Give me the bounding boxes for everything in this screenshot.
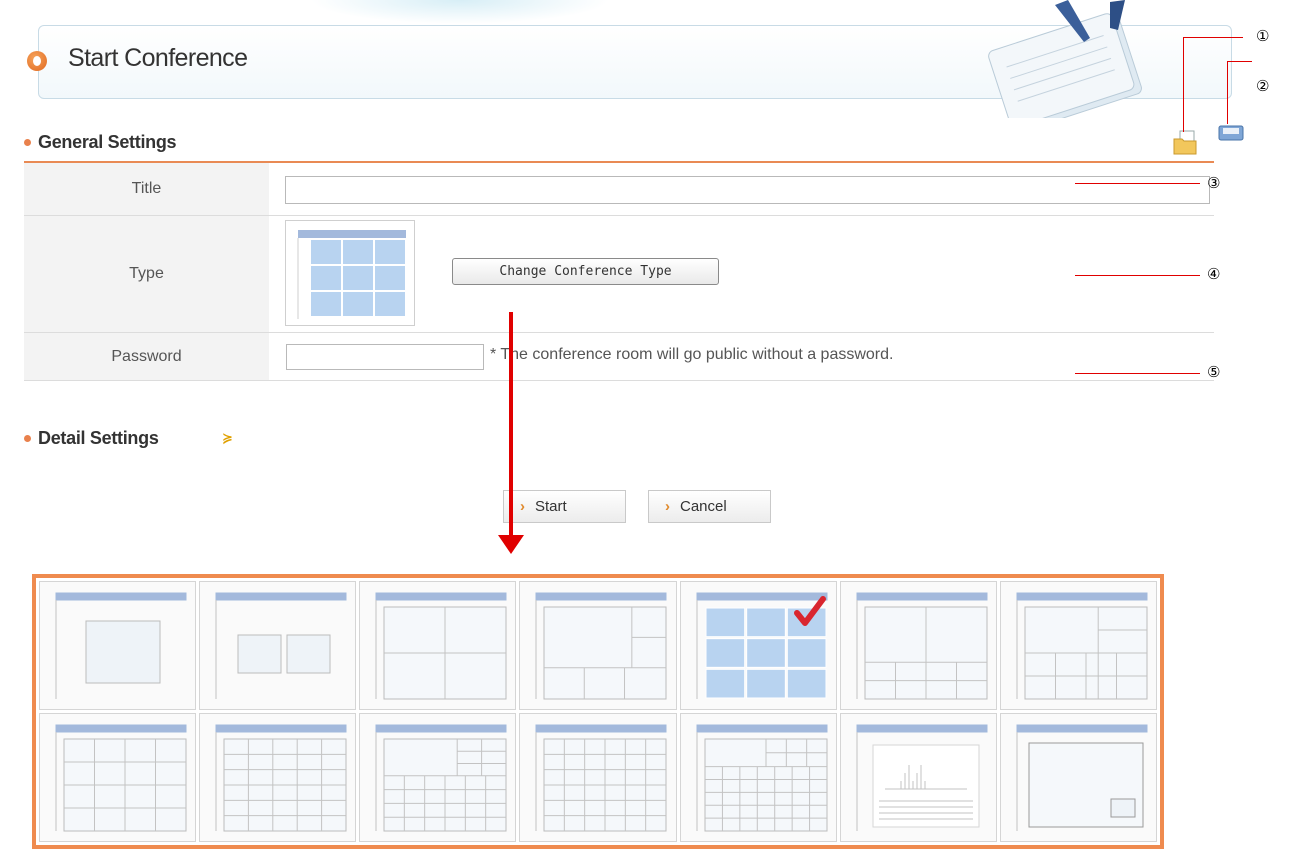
single-large-layout-icon	[55, 592, 187, 699]
title-input[interactable]	[285, 176, 1210, 204]
callout-line-2	[1227, 61, 1252, 62]
five-by-five-layout-icon	[215, 724, 347, 832]
password-note: * The conference room will go public wit…	[490, 346, 894, 363]
password-label: Password	[24, 333, 269, 380]
callout-5: ⑤	[1207, 363, 1221, 381]
title-label: Title	[24, 163, 269, 215]
two-side-by-side-layout-icon	[215, 592, 347, 699]
chevron-right-icon: ›	[520, 498, 525, 515]
annotation-arrow	[509, 312, 513, 538]
detail-settings-heading: Detail Settings	[38, 428, 159, 448]
start-button[interactable]: › Start	[503, 490, 626, 523]
conference-type-option[interactable]	[39, 581, 197, 710]
folder-open-icon[interactable]	[1172, 130, 1198, 156]
conference-type-option[interactable]	[199, 581, 357, 710]
callout-3: ③	[1207, 174, 1221, 192]
four-quad-layout-icon	[375, 592, 507, 700]
conference-type-option[interactable]	[839, 581, 997, 710]
notepad-pen-illustration	[988, 0, 1142, 118]
presentation-pip-layout-icon	[1016, 724, 1148, 831]
callout-line-5	[1075, 373, 1200, 374]
page-title: Start Conference	[68, 44, 248, 72]
one-large-plus-side-layout-icon	[535, 592, 667, 700]
conference-type-option[interactable]	[679, 581, 837, 710]
callout-line-1	[1183, 37, 1243, 38]
callout-4: ④	[1207, 265, 1221, 283]
double-chevron-down-icon[interactable]: ≽	[222, 430, 233, 446]
cancel-button-label: Cancel	[680, 498, 727, 515]
password-input[interactable]	[286, 344, 484, 370]
conference-type-option[interactable]	[839, 713, 997, 842]
conference-type-option[interactable]	[519, 713, 677, 842]
callout-line-2	[1227, 61, 1228, 124]
conference-type-option[interactable]	[359, 581, 517, 710]
four-by-four-layout-icon	[55, 724, 187, 832]
callout-line-3	[1075, 183, 1200, 184]
type-label: Type	[24, 216, 269, 332]
document-view-layout-icon	[856, 724, 988, 831]
nine-grid-layout-icon	[696, 592, 828, 699]
current-type-thumbnail	[285, 220, 415, 326]
start-button-label: Start	[535, 498, 567, 515]
conference-type-option[interactable]	[999, 581, 1157, 710]
conference-type-option[interactable]	[359, 713, 517, 842]
conference-type-option[interactable]	[519, 581, 677, 710]
nine-grid-layout-icon	[297, 230, 407, 319]
callout-line-1	[1183, 37, 1184, 132]
two-top-four-bottom-layout-icon	[856, 592, 988, 700]
conference-type-grid	[32, 574, 1164, 849]
cancel-button[interactable]: › Cancel	[648, 490, 771, 523]
six-by-six-layout-icon	[535, 724, 667, 832]
section-bullet	[24, 139, 31, 146]
conference-type-option[interactable]	[679, 713, 837, 842]
change-conference-type-button[interactable]: Change Conference Type	[452, 258, 719, 285]
conference-type-option[interactable]	[999, 713, 1157, 842]
conference-type-option[interactable]	[39, 713, 197, 842]
callout-2: ②	[1256, 77, 1270, 95]
callout-1: ①	[1256, 27, 1270, 45]
many-plus-top-layout-icon	[696, 724, 828, 832]
annotation-arrow-head	[498, 535, 524, 554]
callout-line-4	[1075, 275, 1200, 276]
row-divider	[24, 380, 1214, 381]
header-glow	[310, 0, 610, 24]
large-plus-many-layout-icon	[375, 724, 507, 832]
save-icon[interactable]	[1218, 125, 1244, 141]
title-bullet-icon	[27, 51, 47, 71]
section-bullet	[24, 435, 31, 442]
one-large-multi-layout-icon	[1016, 592, 1148, 700]
chevron-right-icon: ›	[665, 498, 670, 515]
general-settings-heading: General Settings	[38, 132, 177, 152]
conference-type-option[interactable]	[199, 713, 357, 842]
